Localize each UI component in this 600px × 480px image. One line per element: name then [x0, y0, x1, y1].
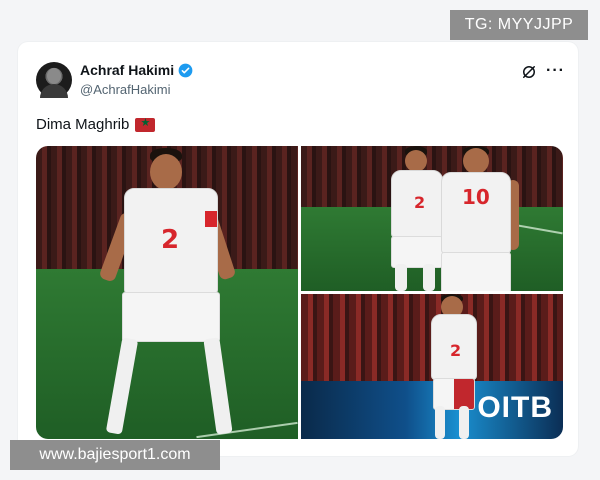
- author-name-row[interactable]: Achraf Hakimi: [80, 62, 193, 78]
- media-photo-1[interactable]: 2: [36, 146, 298, 439]
- telegram-watermark: TG: MYYJJPP: [450, 10, 588, 40]
- grok-icon[interactable]: [520, 63, 538, 81]
- media-photo-2[interactable]: 2 10: [301, 146, 563, 291]
- tweet-media-grid: 2 2 10 OITB 2: [36, 146, 563, 439]
- more-options-icon[interactable]: ···: [546, 62, 565, 80]
- tweet-text-row: Dima Maghrib: [36, 116, 156, 133]
- site-url-watermark: www.bajiesport1.com: [10, 440, 220, 470]
- player-shirt: 2: [124, 188, 218, 294]
- morocco-flag-icon: [135, 116, 156, 132]
- author-avatar[interactable]: [36, 62, 72, 98]
- shirt-number: 2: [450, 341, 462, 360]
- avatar-shoulders: [40, 84, 68, 98]
- shirt-number: 2: [414, 193, 426, 212]
- media-photo-3[interactable]: OITB 2: [301, 294, 563, 439]
- player-figure: 2: [98, 146, 246, 439]
- author-display-name[interactable]: Achraf Hakimi: [80, 62, 174, 78]
- verified-badge-icon: [178, 63, 193, 77]
- player-figure-right: 10: [431, 146, 521, 291]
- shirt-number: 2: [161, 225, 180, 255]
- shirt-number: 10: [462, 185, 490, 209]
- author-handle[interactable]: @AchrafHakimi: [80, 82, 171, 97]
- player-figure: 2: [425, 294, 485, 439]
- ad-board-text: OITB: [477, 391, 553, 424]
- avatar-face: [47, 68, 61, 84]
- tweet-text: Dima Maghrib: [36, 116, 130, 133]
